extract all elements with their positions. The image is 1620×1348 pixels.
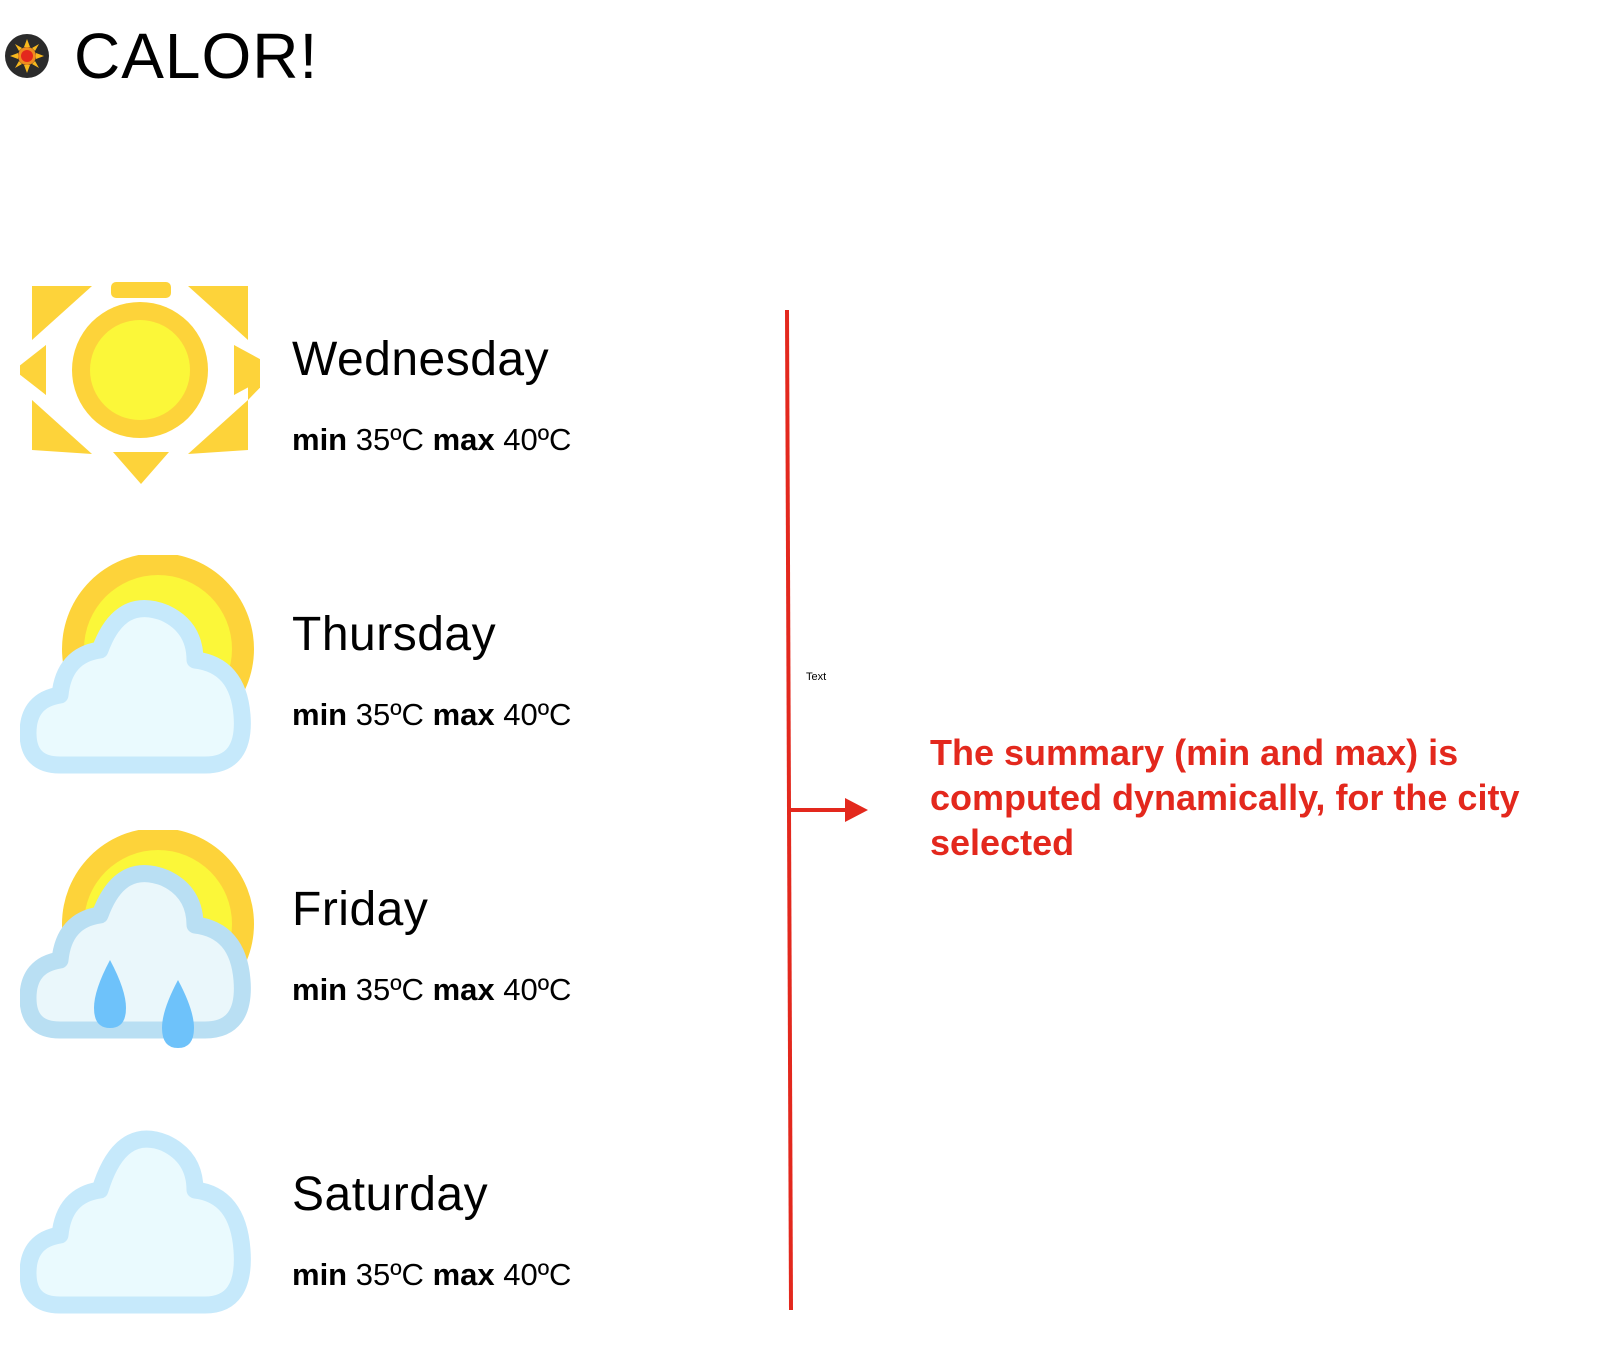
placeholder-text: Text bbox=[806, 671, 827, 683]
annotation-note: The summary (min and max) is computed dy… bbox=[930, 732, 1520, 863]
